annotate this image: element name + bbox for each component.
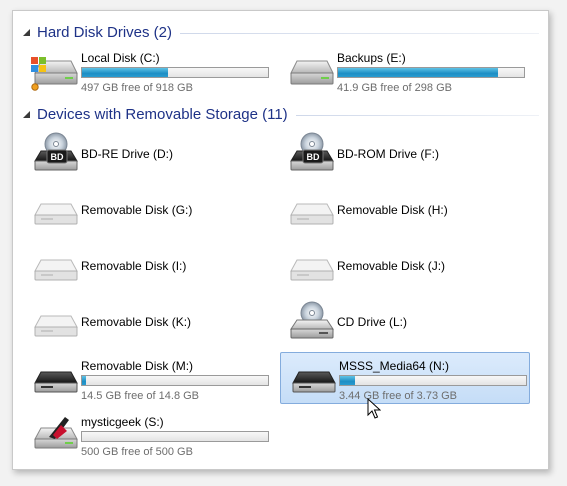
removable-disk-icon [27,243,81,289]
capacity-bar [337,67,525,78]
group-title: Hard Disk Drives (2) [37,23,173,41]
drive-name: Removable Disk (I:) [81,259,187,273]
network-drive-icon [27,411,81,457]
drive-name: Removable Disk (H:) [337,203,448,217]
collapse-arrow-icon[interactable] [19,107,33,121]
group-title: Devices with Removable Storage (11) [37,105,288,123]
removable-disk-icon [285,355,339,401]
computer-window: Hard Disk Drives (2) Local Disk (C:) 497… [12,10,549,470]
capacity-bar-fill [338,68,498,77]
drive-item-i[interactable]: Removable Disk (I:) [23,241,273,291]
free-space-text: 3.44 GB free of 3.73 GB [339,390,458,402]
drive-item-g[interactable]: Removable Disk (G:) [23,185,273,235]
cd-drive-icon [283,299,337,345]
removable-disk-icon [27,187,81,233]
windows-hard-drive-icon [27,47,81,93]
drive-item-f[interactable]: BD BD-ROM Drive (F:) [279,129,529,179]
drive-item-j[interactable]: Removable Disk (J:) [279,241,529,291]
bd-drive-icon: BD [283,131,337,177]
drive-name: Removable Disk (K:) [81,315,192,329]
bd-drive-icon: BD [27,131,81,177]
capacity-bar [339,375,527,386]
drive-item-n[interactable]: MSSS_Media64 (N:) 3.44 GB free of 3.73 G… [280,352,530,404]
drive-item-d[interactable]: BD BD-RE Drive (D:) [23,129,273,179]
bd-logo-text: BD [51,152,64,162]
drive-name: BD-RE Drive (D:) [81,147,173,161]
drive-item-s[interactable]: mysticgeek (S:) 500 GB free of 500 GB [23,409,273,459]
drive-name: mysticgeek (S:) [81,415,164,429]
group-header-removable-storage[interactable]: Devices with Removable Storage (11) [19,103,539,125]
drive-item-l[interactable]: CD Drive (L:) [279,297,529,347]
drive-item-m[interactable]: Removable Disk (M:) 14.5 GB free of 14.8… [23,353,273,403]
drive-name: CD Drive (L:) [337,315,408,329]
capacity-bar-fill [82,68,168,77]
capacity-bar-fill [340,376,355,385]
free-space-text: 500 GB free of 500 GB [81,446,193,458]
mouse-pointer-icon [367,397,382,425]
drive-item-h[interactable]: Removable Disk (H:) [279,185,529,235]
capacity-bar-fill [82,376,86,385]
removable-disk-icon [27,355,81,401]
free-space-text: 497 GB free of 918 GB [81,82,193,94]
removable-disk-icon [283,243,337,289]
drive-item-k[interactable]: Removable Disk (K:) [23,297,273,347]
drive-item-c[interactable]: Local Disk (C:) 497 GB free of 918 GB [23,45,273,95]
drive-name: MSSS_Media64 (N:) [339,359,450,373]
free-space-text: 41.9 GB free of 298 GB [337,82,452,94]
drive-name: Removable Disk (J:) [337,259,446,273]
group-divider [295,114,539,116]
bd-logo-text: BD [307,152,320,162]
removable-disk-icon [27,299,81,345]
drive-name: Removable Disk (M:) [81,359,194,373]
free-space-text: 14.5 GB free of 14.8 GB [81,390,200,402]
drive-name: Removable Disk (G:) [81,203,193,217]
drive-item-e[interactable]: Backups (E:) 41.9 GB free of 298 GB [279,45,529,95]
capacity-bar [81,67,269,78]
hard-drive-icon [283,47,337,93]
group-header-hard-disk-drives[interactable]: Hard Disk Drives (2) [19,21,539,43]
drive-name: Local Disk (C:) [81,51,160,65]
capacity-bar [81,431,269,442]
drive-name: BD-ROM Drive (F:) [337,147,439,161]
group-divider [180,32,539,34]
collapse-arrow-icon[interactable] [19,25,33,39]
capacity-bar [81,375,269,386]
drive-name: Backups (E:) [337,51,406,65]
removable-disk-icon [283,187,337,233]
